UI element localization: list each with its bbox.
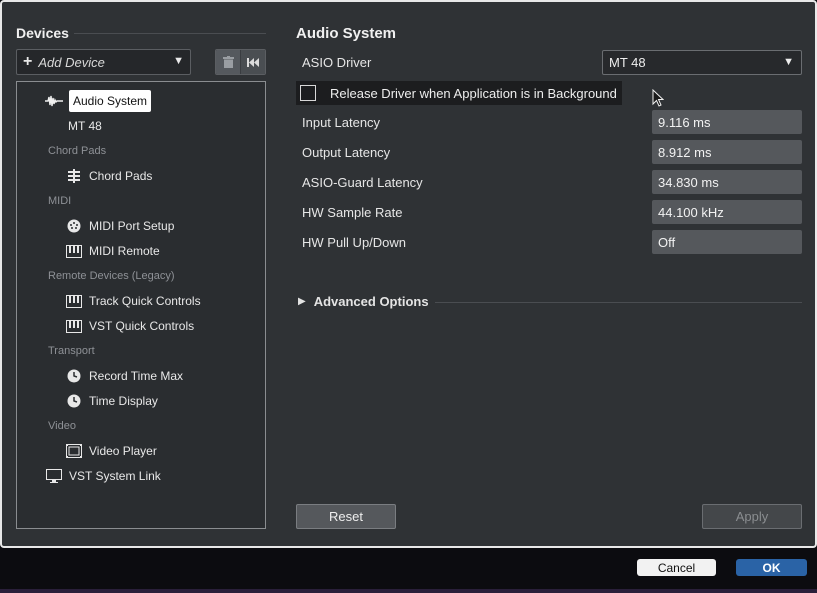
asio-guard-latency-value: 34.830 ms: [652, 170, 802, 194]
release-driver-checkbox-row[interactable]: Release Driver when Application is in Ba…: [296, 81, 622, 105]
skip-back-icon: [247, 57, 260, 67]
tree-item-time-display[interactable]: Time Display: [65, 390, 158, 412]
tree-item-record-time-max[interactable]: Record Time Max: [65, 365, 183, 387]
tree-item-label: MT 48: [68, 119, 102, 133]
add-device-dropdown[interactable]: + Add Device ▼: [16, 49, 191, 75]
category-label: Transport: [48, 345, 95, 357]
trash-icon: [222, 56, 234, 68]
keyboard-icon: [65, 293, 83, 309]
release-driver-checkbox[interactable]: [300, 85, 316, 101]
waveform-icon: [45, 93, 63, 109]
hw-sample-rate-value: 44.100 kHz: [652, 200, 802, 224]
hw-sample-rate-label: HW Sample Rate: [302, 205, 403, 220]
divider: [0, 589, 817, 593]
tree-item-vst-system-link[interactable]: VST System Link: [45, 465, 161, 487]
reset-button[interactable]: Reset: [296, 504, 396, 529]
category-label: Remote Devices (Legacy): [48, 270, 175, 282]
monitor-icon: [45, 468, 63, 484]
divider: [74, 33, 266, 34]
add-device-label: Add Device: [38, 54, 105, 70]
tree-category-midi: MIDI: [48, 190, 71, 212]
midi-port-icon: [65, 218, 83, 234]
category-label: Chord Pads: [48, 145, 107, 157]
mouse-cursor-icon: [652, 89, 664, 107]
device-tree: Audio System MT 48 Chord Pads Chord Pads…: [16, 81, 266, 529]
tree-item-label: MIDI Remote: [89, 244, 160, 258]
output-latency-value: 8.912 ms: [652, 140, 802, 164]
input-latency-value: 9.116 ms: [652, 110, 802, 134]
tree-item-label: Track Quick Controls: [89, 294, 201, 308]
release-driver-label: Release Driver when Application is in Ba…: [330, 85, 617, 101]
film-icon: [65, 443, 83, 459]
apply-button[interactable]: Apply: [702, 504, 802, 529]
device-setup-window: Devices + Add Device ▼ Audio System MT 4…: [0, 0, 817, 548]
tree-item-video-player[interactable]: Video Player: [65, 440, 157, 462]
tree-item-midi-remote[interactable]: MIDI Remote: [65, 240, 160, 262]
caret-down-icon: ▼: [783, 56, 794, 68]
tree-item-label: VST Quick Controls: [89, 319, 195, 333]
devices-title: Devices: [16, 25, 69, 41]
tree-category-transport: Transport: [48, 340, 95, 362]
tree-item-label: VST System Link: [69, 469, 161, 483]
asio-guard-latency-label: ASIO-Guard Latency: [302, 175, 423, 190]
advanced-options-label: Advanced Options: [313, 294, 429, 309]
tree-item-midi-port-setup[interactable]: MIDI Port Setup: [65, 215, 174, 237]
keyboard-icon: [65, 318, 83, 334]
hw-pull-label: HW Pull Up/Down: [302, 235, 407, 250]
plus-icon: +: [23, 53, 33, 70]
input-latency-label: Input Latency: [302, 115, 381, 130]
tree-item-vst-quick-controls[interactable]: VST Quick Controls: [65, 315, 194, 337]
chord-pads-icon: [65, 168, 83, 184]
tree-item-label: Time Display: [89, 394, 158, 408]
reset-device-button[interactable]: [240, 50, 265, 74]
tree-category-chord-pads: Chord Pads: [48, 140, 106, 162]
tree-category-video: Video: [48, 415, 76, 437]
output-latency-label: Output Latency: [302, 145, 391, 160]
advanced-options-toggle[interactable]: ▶ Advanced Options: [298, 294, 429, 309]
hw-pull-value: Off: [652, 230, 802, 254]
tree-item-mt48[interactable]: MT 48: [68, 115, 102, 137]
divider: [435, 302, 802, 303]
category-label: MIDI: [48, 195, 72, 207]
keyboard-icon: [65, 243, 83, 259]
triangle-right-icon: ▶: [298, 296, 306, 307]
cancel-button[interactable]: Cancel: [637, 559, 716, 576]
tree-category-remote-devices: Remote Devices (Legacy): [48, 265, 175, 287]
tree-item-track-quick-controls[interactable]: Track Quick Controls: [65, 290, 201, 312]
audio-system-title: Audio System: [296, 25, 397, 42]
category-label: Video: [48, 420, 76, 432]
asio-driver-value: MT 48: [609, 55, 646, 70]
ok-button[interactable]: OK: [736, 559, 807, 576]
clock-icon: [65, 393, 83, 409]
tree-item-label: Audio System: [69, 90, 152, 112]
clock-icon: [65, 368, 83, 384]
tree-item-label: Video Player: [89, 444, 157, 458]
caret-down-icon: ▼: [173, 55, 184, 67]
tree-item-label: Record Time Max: [89, 369, 184, 383]
device-toolbar: [215, 49, 266, 75]
asio-driver-label: ASIO Driver: [302, 55, 372, 70]
asio-driver-select[interactable]: MT 48 ▼: [602, 50, 802, 75]
tree-item-label: MIDI Port Setup: [89, 219, 175, 233]
delete-device-button[interactable]: [216, 50, 241, 74]
tree-item-label: Chord Pads: [89, 169, 153, 183]
tree-item-chord-pads[interactable]: Chord Pads: [65, 165, 152, 187]
tree-item-audio-system[interactable]: Audio System: [45, 90, 152, 112]
